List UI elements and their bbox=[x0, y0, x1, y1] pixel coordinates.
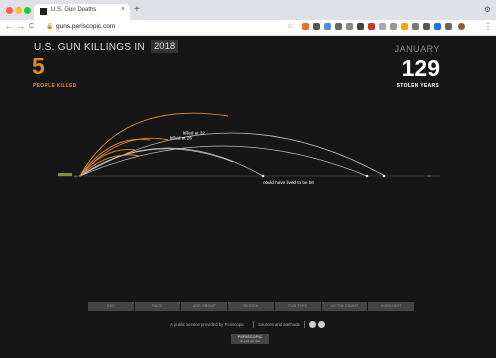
extension-icon[interactable] bbox=[335, 23, 342, 30]
page-title: U.S. GUN KILLINGS IN bbox=[34, 42, 146, 53]
address-bar[interactable]: 🔒 guns.periscopic.com bbox=[44, 22, 280, 34]
victim-arcs-chart[interactable]: age 0 100 killed at 32 killed at 26 coul… bbox=[0, 110, 496, 200]
filter-gun-type-button[interactable]: GUN TYPE bbox=[274, 302, 321, 311]
killed-label: PEOPLE KILLED bbox=[33, 83, 77, 89]
forward-button[interactable]: → bbox=[17, 22, 25, 32]
month-label: JANUARY bbox=[394, 44, 440, 54]
filter-age-group-button[interactable]: AGE GROUP bbox=[181, 302, 228, 311]
filter-sex-button[interactable]: SEX bbox=[88, 302, 134, 311]
axis-start-marker bbox=[58, 173, 72, 176]
close-window-icon[interactable] bbox=[6, 7, 13, 14]
extension-icon[interactable] bbox=[324, 23, 331, 30]
filter-bar: SEX RACE AGE GROUP REGION GUN TYPE VICTI… bbox=[88, 302, 415, 311]
axis-end-label: 100 bbox=[427, 175, 432, 178]
browser-window: U.S. Gun Deaths × + ⚙ ← → C 🔒 guns.peris… bbox=[0, 0, 496, 358]
filter-race-button[interactable]: RACE bbox=[134, 302, 181, 311]
tab-bar: U.S. Gun Deaths × + ⚙ bbox=[0, 0, 496, 20]
life-end-marker[interactable] bbox=[365, 174, 369, 178]
footer-credit: A public service provided by Periscopic bbox=[170, 322, 245, 327]
back-button[interactable]: ← bbox=[5, 22, 13, 32]
stolen-years-count: 129 bbox=[401, 55, 440, 81]
twitter-icon[interactable] bbox=[318, 321, 325, 328]
sources-link[interactable]: Sources and Methods bbox=[258, 322, 300, 327]
killed-count: 5 bbox=[32, 53, 45, 79]
annotation-could-have-lived: could have lived to be 56 bbox=[263, 180, 314, 185]
url-text: guns.periscopic.com bbox=[56, 23, 116, 30]
facebook-icon[interactable] bbox=[309, 321, 316, 328]
stolen-years-label: STOLEN YEARS bbox=[396, 83, 439, 89]
extension-icon[interactable] bbox=[412, 23, 419, 30]
extensions-puzzle-icon[interactable] bbox=[445, 23, 452, 30]
footer-divider bbox=[304, 321, 305, 328]
avatar[interactable] bbox=[458, 23, 465, 30]
filter-victim-count-button[interactable]: VICTIM COUNT bbox=[321, 302, 368, 311]
tab-title: U.S. Gun Deaths bbox=[51, 7, 97, 13]
extension-icon[interactable] bbox=[401, 23, 408, 30]
life-end-marker[interactable] bbox=[261, 174, 265, 178]
tab-us-gun-deaths[interactable]: U.S. Gun Deaths × bbox=[34, 4, 130, 20]
footer-divider bbox=[253, 321, 254, 328]
life-end-marker[interactable] bbox=[382, 174, 386, 178]
extension-icon[interactable] bbox=[368, 23, 375, 30]
new-tab-button[interactable]: + bbox=[134, 5, 140, 15]
extension-icon[interactable] bbox=[313, 23, 320, 30]
periscopic-logo[interactable]: PERISCOPIC do good with data bbox=[231, 334, 269, 344]
lock-icon: 🔒 bbox=[46, 24, 54, 30]
extension-icon[interactable] bbox=[302, 23, 309, 30]
extension-icon[interactable] bbox=[434, 23, 441, 30]
toolbar: ← → C 🔒 guns.periscopic.com ☆ ⋮ bbox=[0, 20, 496, 36]
tab-close-icon[interactable]: × bbox=[121, 6, 125, 13]
logo-title: PERISCOPIC bbox=[237, 334, 263, 339]
stolen-arc[interactable] bbox=[79, 145, 368, 177]
stolen-arc[interactable] bbox=[79, 148, 234, 177]
extension-icon[interactable] bbox=[346, 23, 353, 30]
favicon-icon bbox=[40, 8, 47, 15]
filter-highlight-button[interactable]: HIGHLIGHT bbox=[368, 302, 415, 311]
killed-arc[interactable] bbox=[79, 112, 229, 177]
settings-icon[interactable]: ⚙ bbox=[484, 5, 491, 14]
filter-region-button[interactable]: REGION bbox=[228, 302, 274, 311]
extension-icon[interactable] bbox=[423, 23, 430, 30]
reload-button[interactable]: C bbox=[29, 22, 34, 32]
menu-icon[interactable]: ⋮ bbox=[484, 23, 492, 31]
year-selector[interactable]: 2018 bbox=[151, 40, 179, 53]
extension-icon[interactable] bbox=[379, 23, 386, 30]
extension-icon[interactable] bbox=[390, 23, 397, 30]
annotation-killed-at: killed at 26 bbox=[170, 136, 192, 141]
extension-icon[interactable] bbox=[357, 23, 364, 30]
minimize-window-icon[interactable] bbox=[15, 7, 22, 14]
maximize-window-icon[interactable] bbox=[24, 7, 31, 14]
logo-subtitle: do good with data bbox=[240, 340, 260, 343]
bookmark-star-icon[interactable]: ☆ bbox=[287, 22, 293, 30]
